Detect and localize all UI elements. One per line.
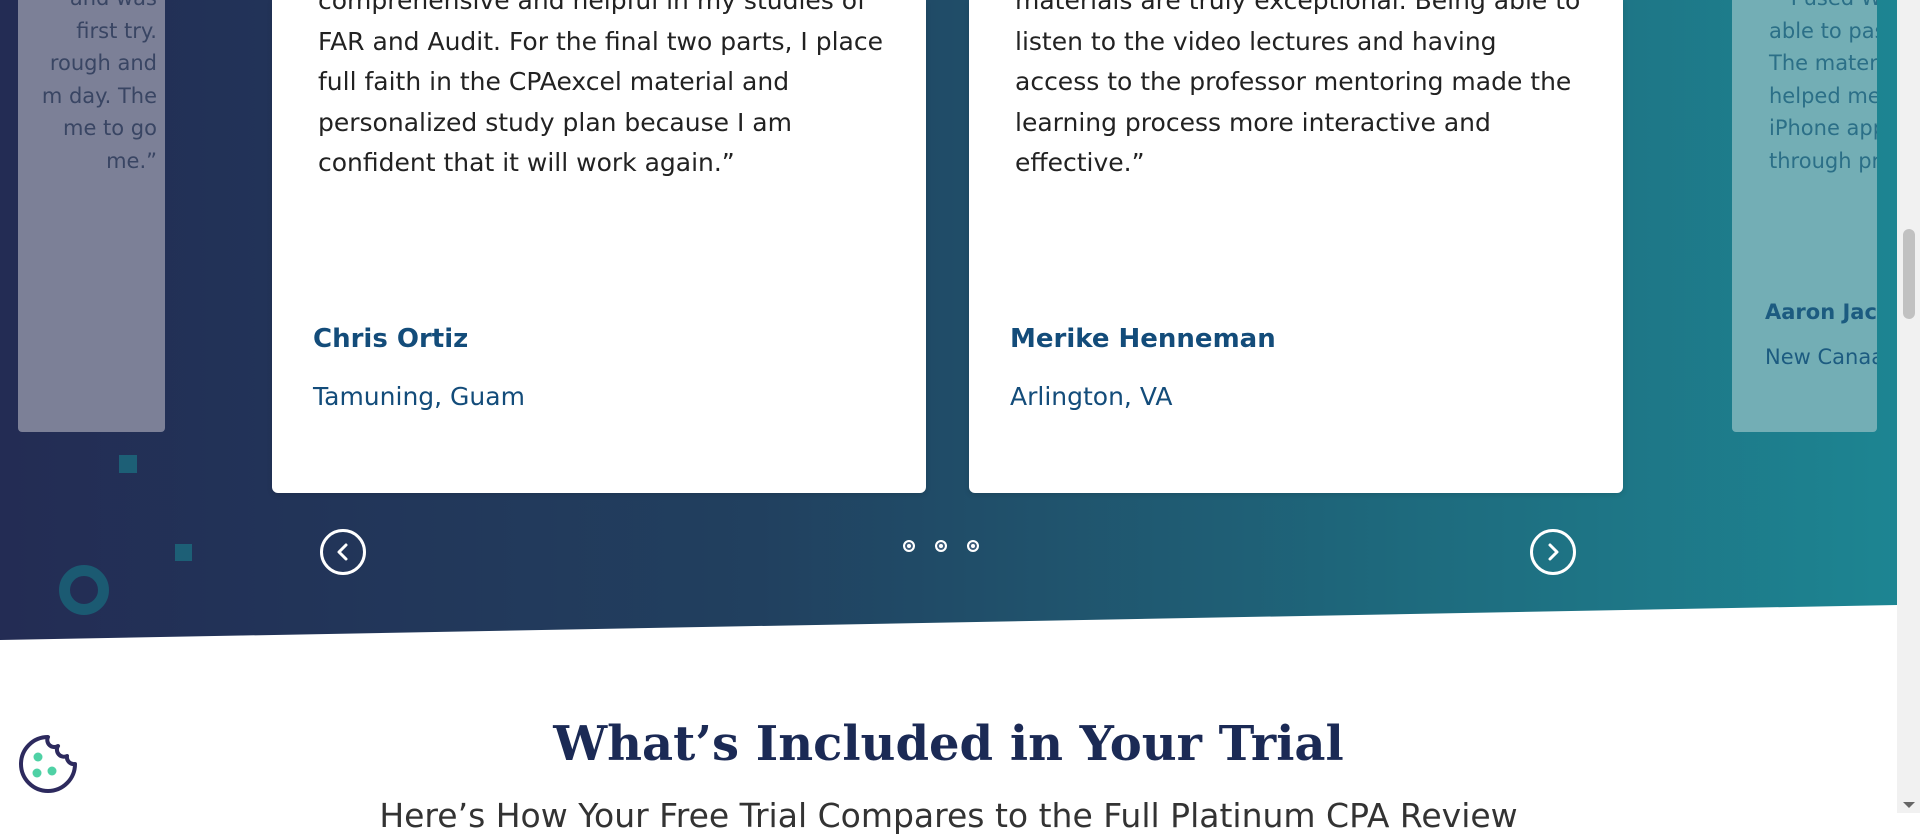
page-scrollbar[interactable] (1897, 0, 1920, 813)
chevron-left-icon (337, 543, 348, 561)
testimonial-quote: materials are truly exceptional. Being a… (1015, 0, 1581, 177)
carousel-dot[interactable] (935, 540, 947, 552)
testimonial-card: materials are truly exceptional. Being a… (969, 0, 1623, 493)
section-title: What’s Included in Your Trial (553, 716, 1344, 772)
cookie-icon (19, 735, 77, 793)
testimonial-card-partial-right: ““I used Wi able to pas The materia help… (1732, 0, 1877, 432)
testimonial-author-name: Aaron Jaco (1765, 300, 1877, 324)
scrollbar-thumb[interactable] (1903, 229, 1915, 319)
carousel-dot[interactable] (967, 540, 979, 552)
decorative-square (119, 455, 137, 473)
testimonial-author-name: Merike Henneman (1010, 324, 1276, 354)
decorative-square (175, 544, 192, 561)
carousel-pagination (903, 540, 979, 552)
testimonial-author-location: New Canaar (1765, 345, 1877, 369)
testimonial-card-partial-left: and was first try. rough and m day. The … (18, 0, 165, 432)
decorative-ring (59, 565, 109, 615)
testimonials-section: and was first try. rough and m day. The … (0, 0, 1897, 640)
section-subtitle: Here’s How Your Free Trial Compares to t… (379, 796, 1518, 835)
scroll-down-arrow[interactable] (1903, 802, 1915, 808)
carousel-dot[interactable] (903, 540, 915, 552)
cookie-settings-button[interactable] (17, 733, 79, 795)
carousel-prev-button[interactable] (320, 529, 366, 575)
testimonial-quote: ““I used Wi able to pas The materia help… (1769, 0, 1877, 173)
chevron-right-icon (1548, 543, 1559, 561)
testimonial-author-location: Arlington, VA (1010, 382, 1173, 411)
testimonial-quote: comprehensive and helpful in my studies … (318, 0, 883, 177)
testimonial-quote: and was first try. rough and m day. The … (41, 0, 157, 173)
testimonial-author-location: Tamuning, Guam (313, 382, 525, 411)
testimonial-author-name: Chris Ortiz (313, 324, 469, 354)
carousel-next-button[interactable] (1530, 529, 1576, 575)
testimonial-card: comprehensive and helpful in my studies … (272, 0, 926, 493)
